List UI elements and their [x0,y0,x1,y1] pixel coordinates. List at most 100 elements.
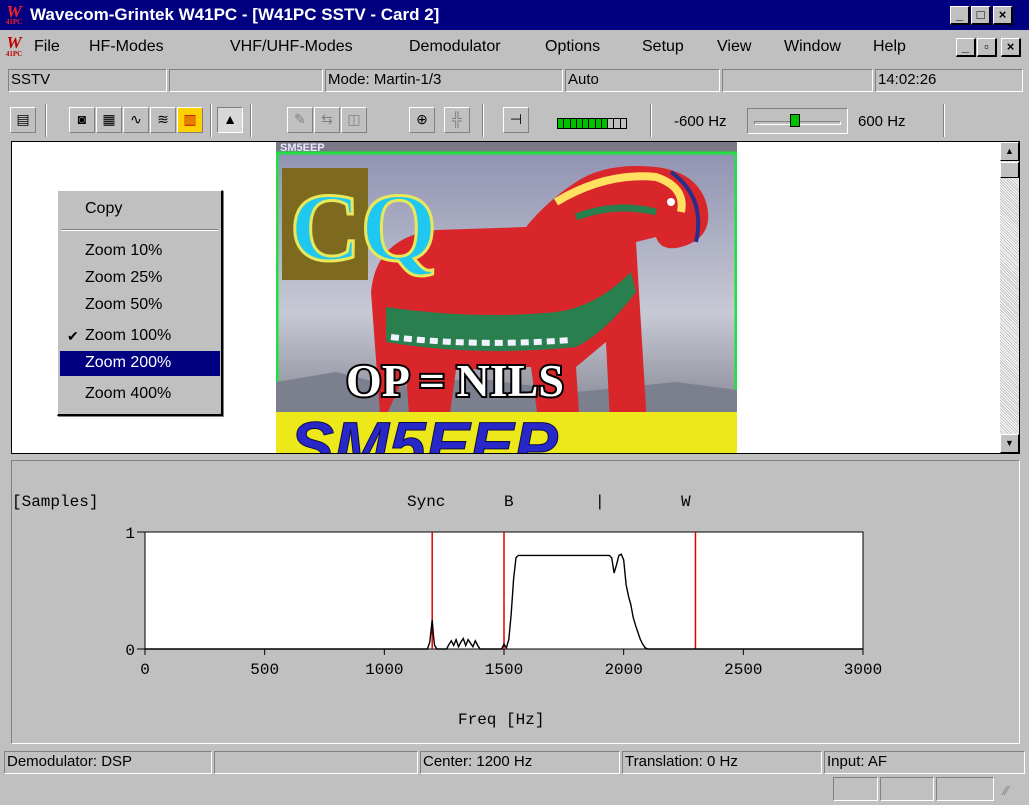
toolbar-separator-2 [210,104,212,137]
toolbar-separator-5 [650,104,652,137]
menu-view[interactable]: View [717,38,751,56]
x-axis-label: Freq [Hz] [458,711,545,729]
menu-window[interactable]: Window [784,38,841,56]
x-tick-label: 1000 [365,661,403,679]
level-segment [614,119,620,128]
level-segment [558,119,564,128]
toolbar-separator-6 [943,104,945,137]
context-menu: Copy Zoom 10% Zoom 25% Zoom 50% ✔ Zoom 10… [57,190,223,416]
menu-item-zoom-100[interactable]: ✔ Zoom 100% [60,324,220,349]
sstv-image: SM5EEP CQ OP = NILS SM5EEP [276,142,737,453]
child-restore-button[interactable]: ▫ [977,38,997,57]
tuning-slider[interactable] [747,108,848,134]
shift-image-icon[interactable]: ⇆ [314,107,340,133]
document-icon-sub: 41PC [5,50,23,58]
status-blank-field [169,69,323,92]
input-source-field: Input: AF [824,751,1025,774]
checkmark-icon: ✔ [67,328,79,344]
menu-item-copy[interactable]: Copy [60,197,220,222]
menu-item-zoom-200[interactable]: Zoom 200% [60,351,220,376]
level-segment [589,119,595,128]
input-level-meter [557,118,627,129]
level-segment [583,119,589,128]
sstv-operator-text: OP = NILS [346,355,564,406]
tuner-high-label: 600 Hz [858,113,906,130]
level-segment [570,119,576,128]
spectrum-pane: [Samples] Sync B | W 0 500 1000 1500 2000 250… [11,460,1020,744]
vertical-scrollbar[interactable]: ▲ ▼ [1000,142,1019,453]
title-bar[interactable]: W 41PC Wavecom-Grintek W41PC - [W41PC SST… [0,0,1029,30]
scroll-down-icon[interactable]: ▼ [1000,434,1019,453]
menu-item-label: Zoom 50% [85,296,163,313]
child-close-button[interactable]: × [1001,38,1021,57]
signal-slope-icon[interactable]: ≋ [150,107,176,133]
menu-options[interactable]: Options [545,38,600,56]
split-icon[interactable]: ╬ [444,107,470,133]
maximize-button[interactable]: □ [971,6,991,25]
tools-icon[interactable]: ✎ [287,107,313,133]
slant-icon[interactable]: ◫ [341,107,367,133]
menu-bar: W 41PC File HF-Modes VHF/UHF-Modes Demodu… [0,32,1029,62]
menu-item-label: Zoom 400% [85,385,172,402]
app-logo-icon[interactable]: W 41PC [3,3,25,26]
clock-field: 14:02:26 [875,69,1023,92]
toolbar-separator-3 [250,104,252,137]
level-segment [576,119,583,128]
center-frequency-field: Center: 1200 Hz [420,751,620,774]
status-blank-field-3 [214,751,418,774]
io-card-icon[interactable]: ▦ [96,107,122,133]
x-tick-label: 0 [140,661,150,679]
menu-hf-modes[interactable]: HF-Modes [89,38,164,56]
child-minimize-button[interactable]: _ [956,38,976,57]
waveform-icon[interactable]: ∿ [123,107,149,133]
translation-field: Translation: 0 Hz [622,751,822,774]
menu-setup[interactable]: Setup [642,38,684,56]
level-segment [595,119,601,128]
menu-item-zoom-400[interactable]: Zoom 400% [60,382,220,407]
mode-name-field: SSTV [8,69,167,92]
close-button[interactable]: × [993,6,1013,25]
document-view-icon[interactable]: ▤ [10,107,36,133]
menu-file[interactable]: File [34,38,60,56]
sync-mode-field: Auto [565,69,720,92]
toolbar-separator-4 [482,104,484,137]
bottom-status-bar: Demodulator: DSP Center: 1200 Hz Transla… [0,748,1029,776]
x-tick-label: 3000 [844,661,882,679]
document-icon[interactable]: W 41PC [3,34,25,59]
toolbar: ▤ ◙ ▦ ∿ ≋ ▥ ▲ ✎ ⇆ ◫ ⊕ ╬ ⊣ -600 Hz 600 Hz [0,98,1029,142]
tuning-slider-thumb[interactable] [790,114,800,127]
sstv-mode-field: Mode: Martin-1/3 [325,69,563,92]
status-blank-field-2 [722,69,873,92]
level-segment [564,119,570,128]
menu-item-zoom-25[interactable]: Zoom 25% [60,266,220,291]
x-tick-label: 2500 [724,661,762,679]
x-tick-label: 1500 [485,661,523,679]
sstv-bottom-text: SM5EEP [290,408,559,453]
menu-help[interactable]: Help [873,38,906,56]
level-segment [620,119,626,128]
y-tick-label: 0 [125,642,135,660]
menu-item-label: Zoom 10% [85,242,163,259]
sstv-cq-text: CQ [290,174,437,282]
menu-vhf-uhf-modes[interactable]: VHF/UHF-Modes [230,38,353,56]
picture-view-icon[interactable]: ▲ [217,107,243,133]
level-segment [601,119,608,128]
monitor-icon[interactable]: ◙ [69,107,95,133]
target-icon[interactable]: ⊕ [409,107,435,133]
bars-icon[interactable]: ▥ [177,107,203,133]
menu-item-zoom-50[interactable]: Zoom 50% [60,293,220,318]
menu-item-label: Zoom 200% [85,354,172,371]
tuning-icon[interactable]: ⊣ [503,107,529,133]
minimize-button[interactable]: _ [950,6,970,25]
menu-item-zoom-10[interactable]: Zoom 10% [60,239,220,264]
menu-item-label: Copy [85,200,123,217]
level-segment [608,119,614,128]
spectrum-chart: 0 500 1000 1500 2000 2500 3000 0 1 [125,525,882,679]
menu-separator [61,229,218,231]
menu-demodulator[interactable]: Demodulator [409,38,501,56]
resize-grip-icon[interactable]: ⁄⁄ [1004,784,1022,800]
scroll-thumb[interactable] [1000,162,1019,178]
status-panel-2 [880,777,934,801]
x-tick-label: 500 [250,661,279,679]
scroll-up-icon[interactable]: ▲ [1000,142,1019,161]
